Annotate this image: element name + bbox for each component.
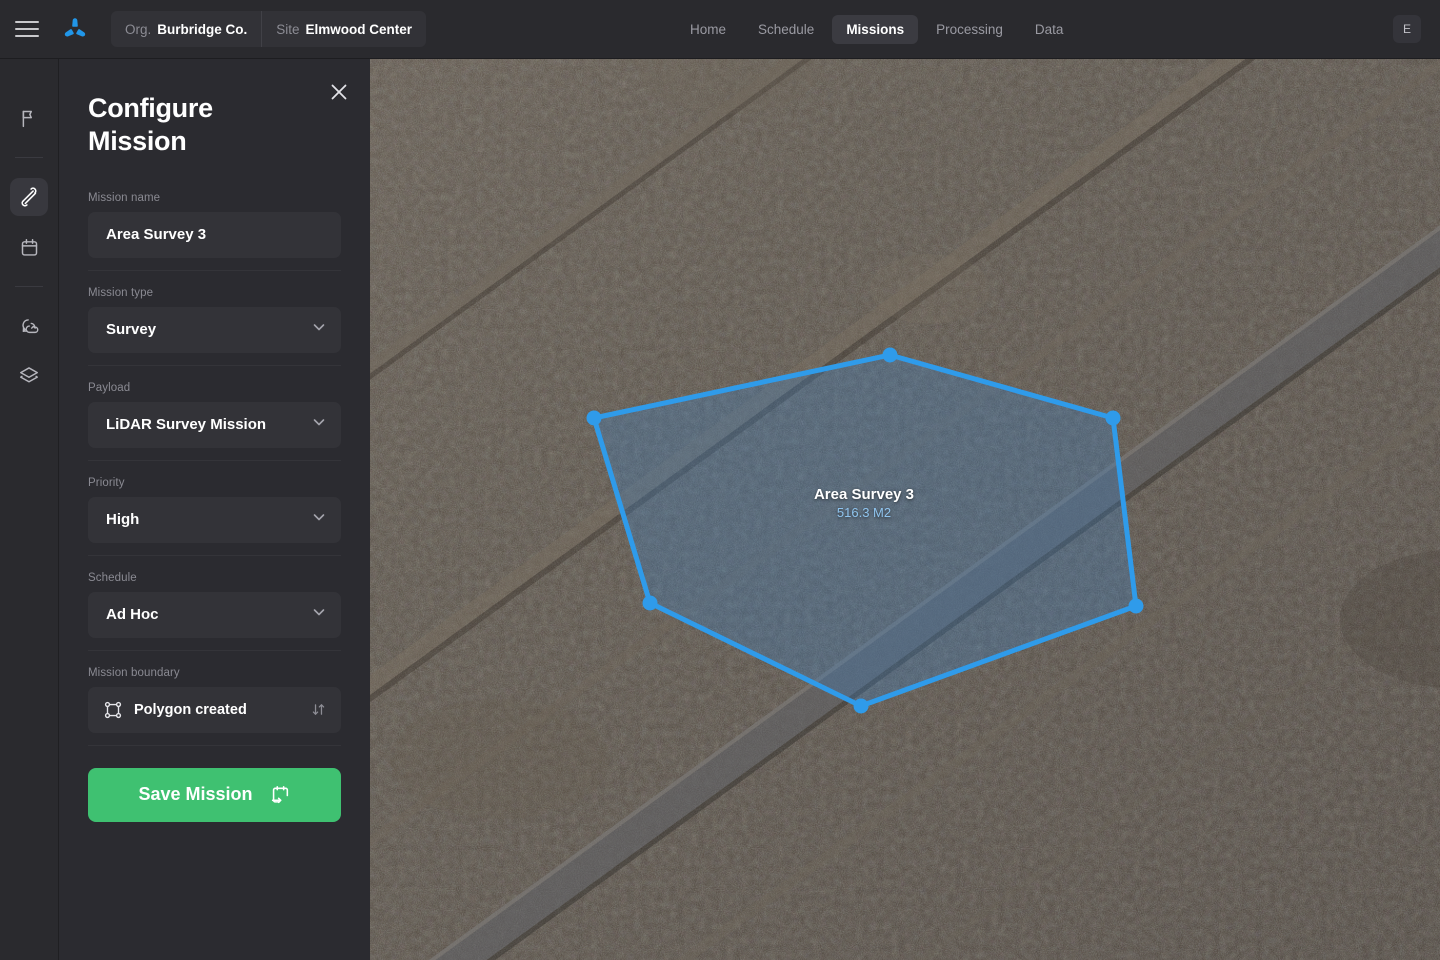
nav-item-processing[interactable]: Processing [922,15,1017,44]
field-label-mission-type: Mission type [88,271,341,307]
propeller-logo-icon[interactable] [60,14,90,44]
mission-name-input[interactable]: Area Survey 3 [88,212,341,258]
mission-name-value: Area Survey 3 [106,226,327,243]
close-icon[interactable] [328,81,350,103]
polygon-vertex-handle[interactable] [587,411,602,426]
chevron-down-icon [311,604,327,625]
priority-select[interactable]: High [88,497,341,543]
site-value: Elmwood Center [306,22,413,37]
field-mission-boundary: Mission boundary Polygon created [59,651,370,745]
rail-divider-2 [15,286,43,287]
org-label: Org. [125,22,151,37]
sidebar-item-calendar[interactable] [10,228,48,266]
sidebar-item-flag[interactable] [10,99,48,137]
field-label-mission-boundary: Mission boundary [88,651,341,687]
nav-item-home[interactable]: Home [676,15,740,44]
field-schedule: Schedule Ad Hoc [59,556,370,650]
payload-select[interactable]: LiDAR Survey Mission [88,402,341,448]
chevron-down-icon [311,319,327,340]
field-label-schedule: Schedule [88,556,341,592]
chevron-down-icon [311,414,327,435]
polygon-vertex-handle[interactable] [1106,411,1121,426]
map-canvas[interactable]: Area Survey 3 516.3 M2 [370,59,1440,960]
mission-polygon[interactable] [370,59,1440,960]
left-rail [0,59,59,960]
top-bar: Org. Burbridge Co. Site Elmwood Center H… [0,0,1440,59]
polygon-vertices-icon [102,699,124,721]
site-selector[interactable]: Site Elmwood Center [261,11,426,47]
org-site-switcher[interactable]: Org. Burbridge Co. Site Elmwood Center [111,11,426,47]
org-selector[interactable]: Org. Burbridge Co. [111,11,261,47]
polygon-vertex-handle[interactable] [1129,599,1144,614]
schedule-value: Ad Hoc [106,606,311,623]
nav-item-missions[interactable]: Missions [832,15,918,44]
field-payload: Payload LiDAR Survey Mission [59,366,370,460]
configure-mission-panel: Configure Mission Mission name Area Surv… [59,59,370,960]
mission-boundary-row[interactable]: Polygon created [88,687,341,733]
field-label-priority: Priority [88,461,341,497]
field-label-mission-name: Mission name [88,176,341,212]
field-priority: Priority High [59,461,370,555]
priority-value: High [106,511,311,528]
avatar[interactable]: E [1393,15,1421,43]
nav-item-data[interactable]: Data [1021,15,1078,44]
sidebar-item-missions[interactable] [10,178,48,216]
page-title: Configure Mission [59,59,299,158]
polygon-vertex-handle[interactable] [883,348,898,363]
payload-value: LiDAR Survey Mission [106,416,311,433]
polygon-vertex-handle[interactable] [643,596,658,611]
main-nav: Home Schedule Missions Processing Data [676,0,1077,59]
mission-type-value: Survey [106,321,311,338]
org-value: Burbridge Co. [157,22,247,37]
field-divider-6 [88,745,341,746]
rail-divider-1 [15,157,43,158]
sort-arrows-icon[interactable] [310,701,327,718]
save-mission-button[interactable]: Save Mission [88,768,341,822]
sidebar-item-layers[interactable] [10,357,48,395]
nav-item-schedule[interactable]: Schedule [744,15,828,44]
calendar-arrow-icon [269,784,291,806]
field-mission-name: Mission name Area Survey 3 [59,176,370,270]
sidebar-item-upload[interactable] [10,307,48,345]
polygon-vertex-handle[interactable] [854,699,869,714]
mission-type-select[interactable]: Survey [88,307,341,353]
field-mission-type: Mission type Survey [59,271,370,365]
mission-boundary-value: Polygon created [134,702,300,718]
save-mission-label: Save Mission [138,784,252,805]
schedule-select[interactable]: Ad Hoc [88,592,341,638]
site-label: Site [276,22,299,37]
chevron-down-icon [311,509,327,530]
hamburger-icon[interactable] [15,21,39,37]
field-label-payload: Payload [88,366,341,402]
